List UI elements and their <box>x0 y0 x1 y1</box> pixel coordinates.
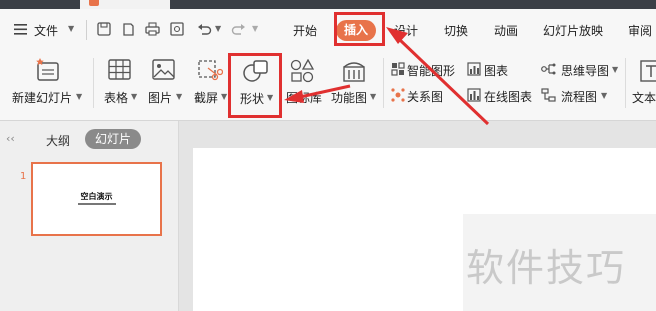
annotation-arrows <box>284 27 490 126</box>
